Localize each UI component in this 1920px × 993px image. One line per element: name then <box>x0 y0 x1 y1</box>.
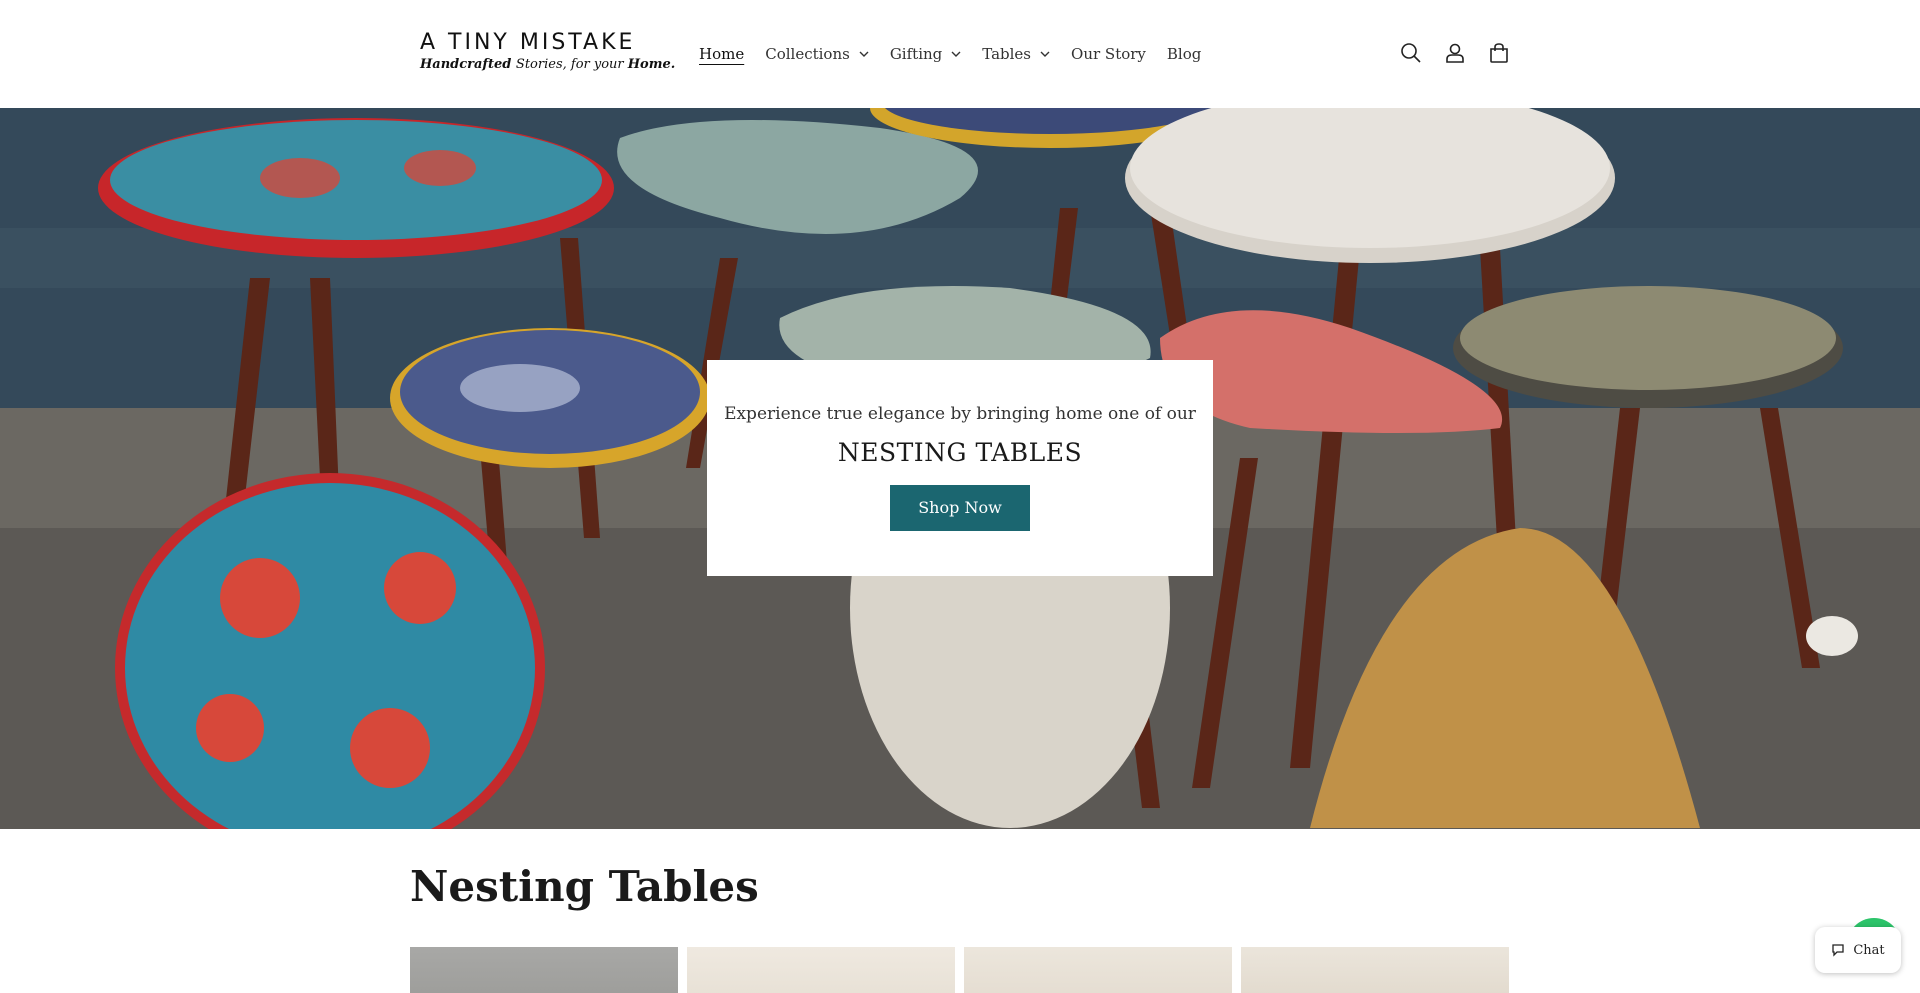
hero-promo-card: Experience true elegance by bringing hom… <box>707 360 1213 576</box>
site-header: A TINY MISTAKE Handcrafted Stories, for … <box>0 0 1920 108</box>
chat-button[interactable]: Chat <box>1815 927 1901 973</box>
chat-icon <box>1832 944 1844 957</box>
nav-item-label: Home <box>699 45 745 63</box>
nav-item-label: Blog <box>1166 45 1202 63</box>
logo-wordmark: A TINY MISTAKE <box>420 30 636 55</box>
nav-item-label: Our Story <box>1071 45 1146 63</box>
product-grid <box>410 947 1518 993</box>
cart-icon[interactable] <box>1486 40 1512 66</box>
logo-tagline: Handcrafted Stories, for your Home. <box>420 57 676 72</box>
hero-subtitle: Experience true elegance by bringing hom… <box>724 404 1196 424</box>
nav-item-our-story[interactable]: Our Story <box>1071 45 1146 63</box>
product-card-image[interactable] <box>1241 947 1509 993</box>
nav-item-label: Collections <box>765 45 850 63</box>
account-icon[interactable] <box>1442 40 1468 66</box>
hero-title: NESTING TABLES <box>837 438 1083 467</box>
nav-item-collections[interactable]: Collections <box>765 45 869 63</box>
nav-item-blog[interactable]: Blog <box>1167 45 1201 63</box>
nav-item-label: Tables <box>982 45 1032 63</box>
header-icons <box>1398 40 1530 66</box>
site-logo[interactable]: A TINY MISTAKE Handcrafted Stories, for … <box>420 30 676 78</box>
chevron-down-icon <box>951 51 961 57</box>
search-icon[interactable] <box>1398 40 1424 66</box>
nav-item-gifting[interactable]: Gifting <box>890 45 961 63</box>
product-card-image[interactable] <box>410 947 678 993</box>
section-title: Nesting Tables <box>410 862 759 911</box>
shop-now-button[interactable]: Shop Now <box>890 485 1030 531</box>
chevron-down-icon <box>1040 51 1050 57</box>
product-card-image[interactable] <box>964 947 1232 993</box>
product-card-image[interactable] <box>687 947 955 993</box>
hero-banner[interactable]: Experience true elegance by bringing hom… <box>0 108 1920 829</box>
nav-item-tables[interactable]: Tables <box>982 45 1050 63</box>
main-nav: Home Collections Gifting Tables Our Stor… <box>699 40 1222 68</box>
chevron-down-icon <box>859 51 869 57</box>
nav-item-label: Gifting <box>889 45 943 63</box>
chat-label: Chat <box>1853 942 1885 958</box>
nav-item-home[interactable]: Home <box>699 45 744 63</box>
